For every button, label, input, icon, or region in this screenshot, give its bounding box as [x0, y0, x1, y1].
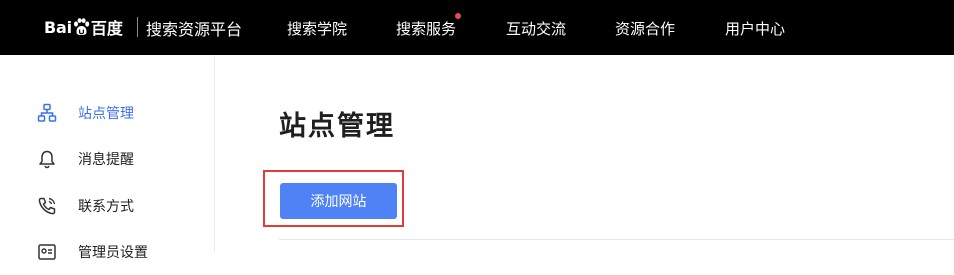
sidebar-item-label: 管理员设置: [78, 245, 148, 261]
sidebar-item-contact-info[interactable]: 联系方式: [0, 183, 214, 229]
sidebar-item-label: 站点管理: [78, 106, 134, 122]
logo-divider: [137, 17, 138, 37]
page-title: 站点管理: [279, 111, 395, 142]
sidebar-item-site-management[interactable]: 站点管理: [0, 90, 214, 136]
sitemap-icon: [37, 103, 57, 123]
sidebar-item-message-reminder[interactable]: 消息提醒: [0, 136, 214, 182]
nav-item-search-academy[interactable]: 搜索学院: [287, 18, 347, 39]
bell-icon: [37, 149, 57, 169]
paw-icon: [73, 18, 90, 35]
admin-settings-icon: [37, 242, 57, 262]
nav-item-interaction[interactable]: 互动交流: [506, 18, 566, 39]
nav-item-search-services[interactable]: 搜索服务: [396, 18, 456, 39]
sidebar-item-label: 联系方式: [78, 199, 134, 215]
notification-dot: [455, 13, 461, 19]
nav-item-user-center[interactable]: 用户中心: [725, 18, 785, 39]
top-navigation-bar: Bai 百度 搜索资源平台 搜索学院 搜索服务 互动交流 资源合作 用户中心: [0, 0, 954, 55]
sidebar: 站点管理 消息提醒 联系方式 管理员设置: [0, 55, 215, 261]
logo-text-baidu-cn: 百度: [90, 19, 123, 38]
phone-icon: [37, 196, 57, 216]
nav-item-resource-cooperation[interactable]: 资源合作: [615, 18, 675, 39]
sidebar-item-label: 消息提醒: [78, 152, 134, 168]
sidebar-item-admin-settings[interactable]: 管理员设置: [0, 229, 214, 275]
logo-text-bai: Bai: [44, 17, 72, 37]
content-divider: [279, 239, 954, 240]
baidu-logo[interactable]: Bai 百度: [44, 13, 123, 41]
product-name: 搜索资源平台: [146, 20, 243, 39]
add-website-button[interactable]: 添加网站: [280, 183, 397, 219]
